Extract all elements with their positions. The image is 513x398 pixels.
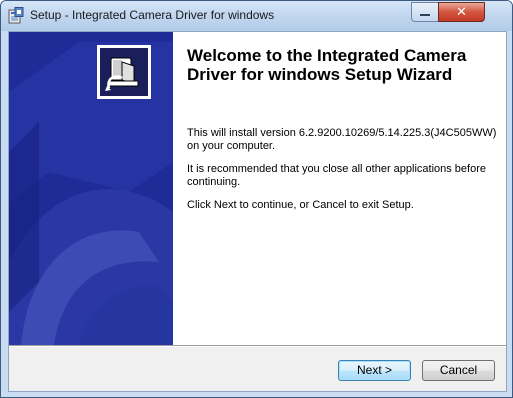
- title-bar[interactable]: Setup - Integrated Camera Driver for win…: [1, 1, 512, 31]
- wizard-content: Welcome to the Integrated Camera Driver …: [173, 32, 506, 345]
- recommendation-text: It is recommended that you close all oth…: [187, 163, 486, 188]
- camera-driver-logo-icon: [97, 45, 151, 99]
- installer-app-icon[interactable]: [8, 7, 24, 24]
- next-button[interactable]: Next >: [338, 360, 411, 381]
- page-title: Welcome to the Integrated Camera Driver …: [187, 46, 467, 84]
- cancel-button[interactable]: Cancel: [422, 360, 495, 381]
- close-button[interactable]: ✕: [438, 2, 485, 22]
- install-info-text: This will install version 6.2.9200.10269…: [187, 127, 497, 152]
- wizard-side-image: [9, 32, 173, 345]
- close-icon: ✕: [456, 4, 467, 19]
- setup-window: Setup - Integrated Camera Driver for win…: [0, 0, 513, 398]
- footer-divider: [9, 345, 506, 347]
- window-title: Setup - Integrated Camera Driver for win…: [30, 8, 275, 22]
- instructions-text: Click Next to continue, or Cancel to exi…: [187, 199, 414, 211]
- wizard-body: Welcome to the Integrated Camera Driver …: [8, 31, 507, 392]
- minimize-button[interactable]: [411, 2, 438, 22]
